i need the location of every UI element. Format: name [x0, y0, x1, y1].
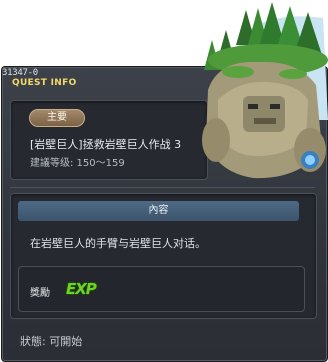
quest-description: 在岩壁巨人的手臂与岩壁巨人对话。	[30, 237, 206, 250]
quest-status: 狀態: 可開始	[20, 335, 83, 348]
exp-icon: EXP	[66, 280, 97, 298]
quest-title: [岩壁巨人]拯救岩壁巨人作战 3	[30, 138, 182, 151]
reward-box	[18, 266, 305, 312]
quest-type-badge: 主要	[29, 109, 85, 127]
divider	[10, 187, 315, 188]
quest-info-header: QUEST INFO	[12, 78, 77, 88]
quest-id: 31347-0	[2, 68, 38, 78]
recommended-level: 建議等级: 150～159	[30, 158, 125, 169]
content-section-header: 內容	[18, 201, 299, 221]
reward-label: 獎勵	[30, 288, 50, 299]
golem-npc-icon	[202, 2, 328, 179]
